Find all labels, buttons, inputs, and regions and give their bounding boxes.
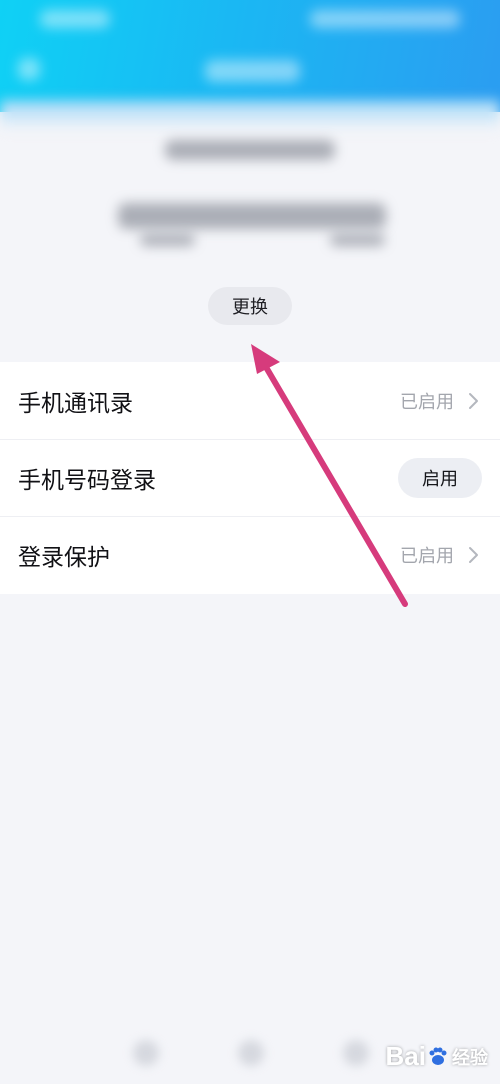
account-name-blurred bbox=[165, 140, 335, 160]
watermark-logo: Bai bbox=[385, 1041, 426, 1071]
contacts-status: 已启用 bbox=[400, 391, 454, 413]
status-bar-left-blurred bbox=[40, 10, 110, 28]
header-fade bbox=[0, 100, 500, 130]
page-title-blurred bbox=[205, 60, 300, 82]
account-detail-right-blurred bbox=[330, 234, 385, 246]
phone-login-label: 手机号码登录 bbox=[18, 468, 156, 494]
contacts-row[interactable]: 手机通讯录 已启用 bbox=[0, 362, 500, 439]
account-detail-left-blurred bbox=[140, 234, 195, 246]
status-bar-right-blurred bbox=[310, 10, 460, 28]
chevron-right-icon bbox=[469, 392, 478, 409]
login-protection-label: 登录保护 bbox=[18, 545, 110, 571]
tab-icon-2[interactable] bbox=[238, 1040, 264, 1066]
baidu-watermark: Bai 经验 bbox=[386, 1041, 488, 1072]
paw-icon bbox=[429, 1047, 447, 1065]
contacts-label: 手机通讯录 bbox=[18, 390, 133, 417]
chevron-right-icon bbox=[469, 547, 478, 563]
settings-list: 手机通讯录 已启用 手机号码登录 启用 登录保护 已启用 bbox=[0, 362, 500, 594]
change-button[interactable]: 更换 bbox=[208, 287, 292, 325]
account-detail-blurred bbox=[118, 203, 386, 229]
header-bar bbox=[0, 0, 500, 112]
watermark-sub: 经验 bbox=[452, 1047, 488, 1068]
login-protection-row[interactable]: 登录保护 已启用 bbox=[0, 516, 500, 593]
tab-icon-3[interactable] bbox=[343, 1040, 369, 1066]
login-protection-status: 已启用 bbox=[400, 546, 454, 567]
phone-login-row: 手机号码登录 启用 bbox=[0, 439, 500, 516]
back-icon[interactable] bbox=[18, 58, 40, 80]
tab-icon-1[interactable] bbox=[133, 1040, 159, 1066]
enable-button[interactable]: 启用 bbox=[398, 458, 482, 498]
